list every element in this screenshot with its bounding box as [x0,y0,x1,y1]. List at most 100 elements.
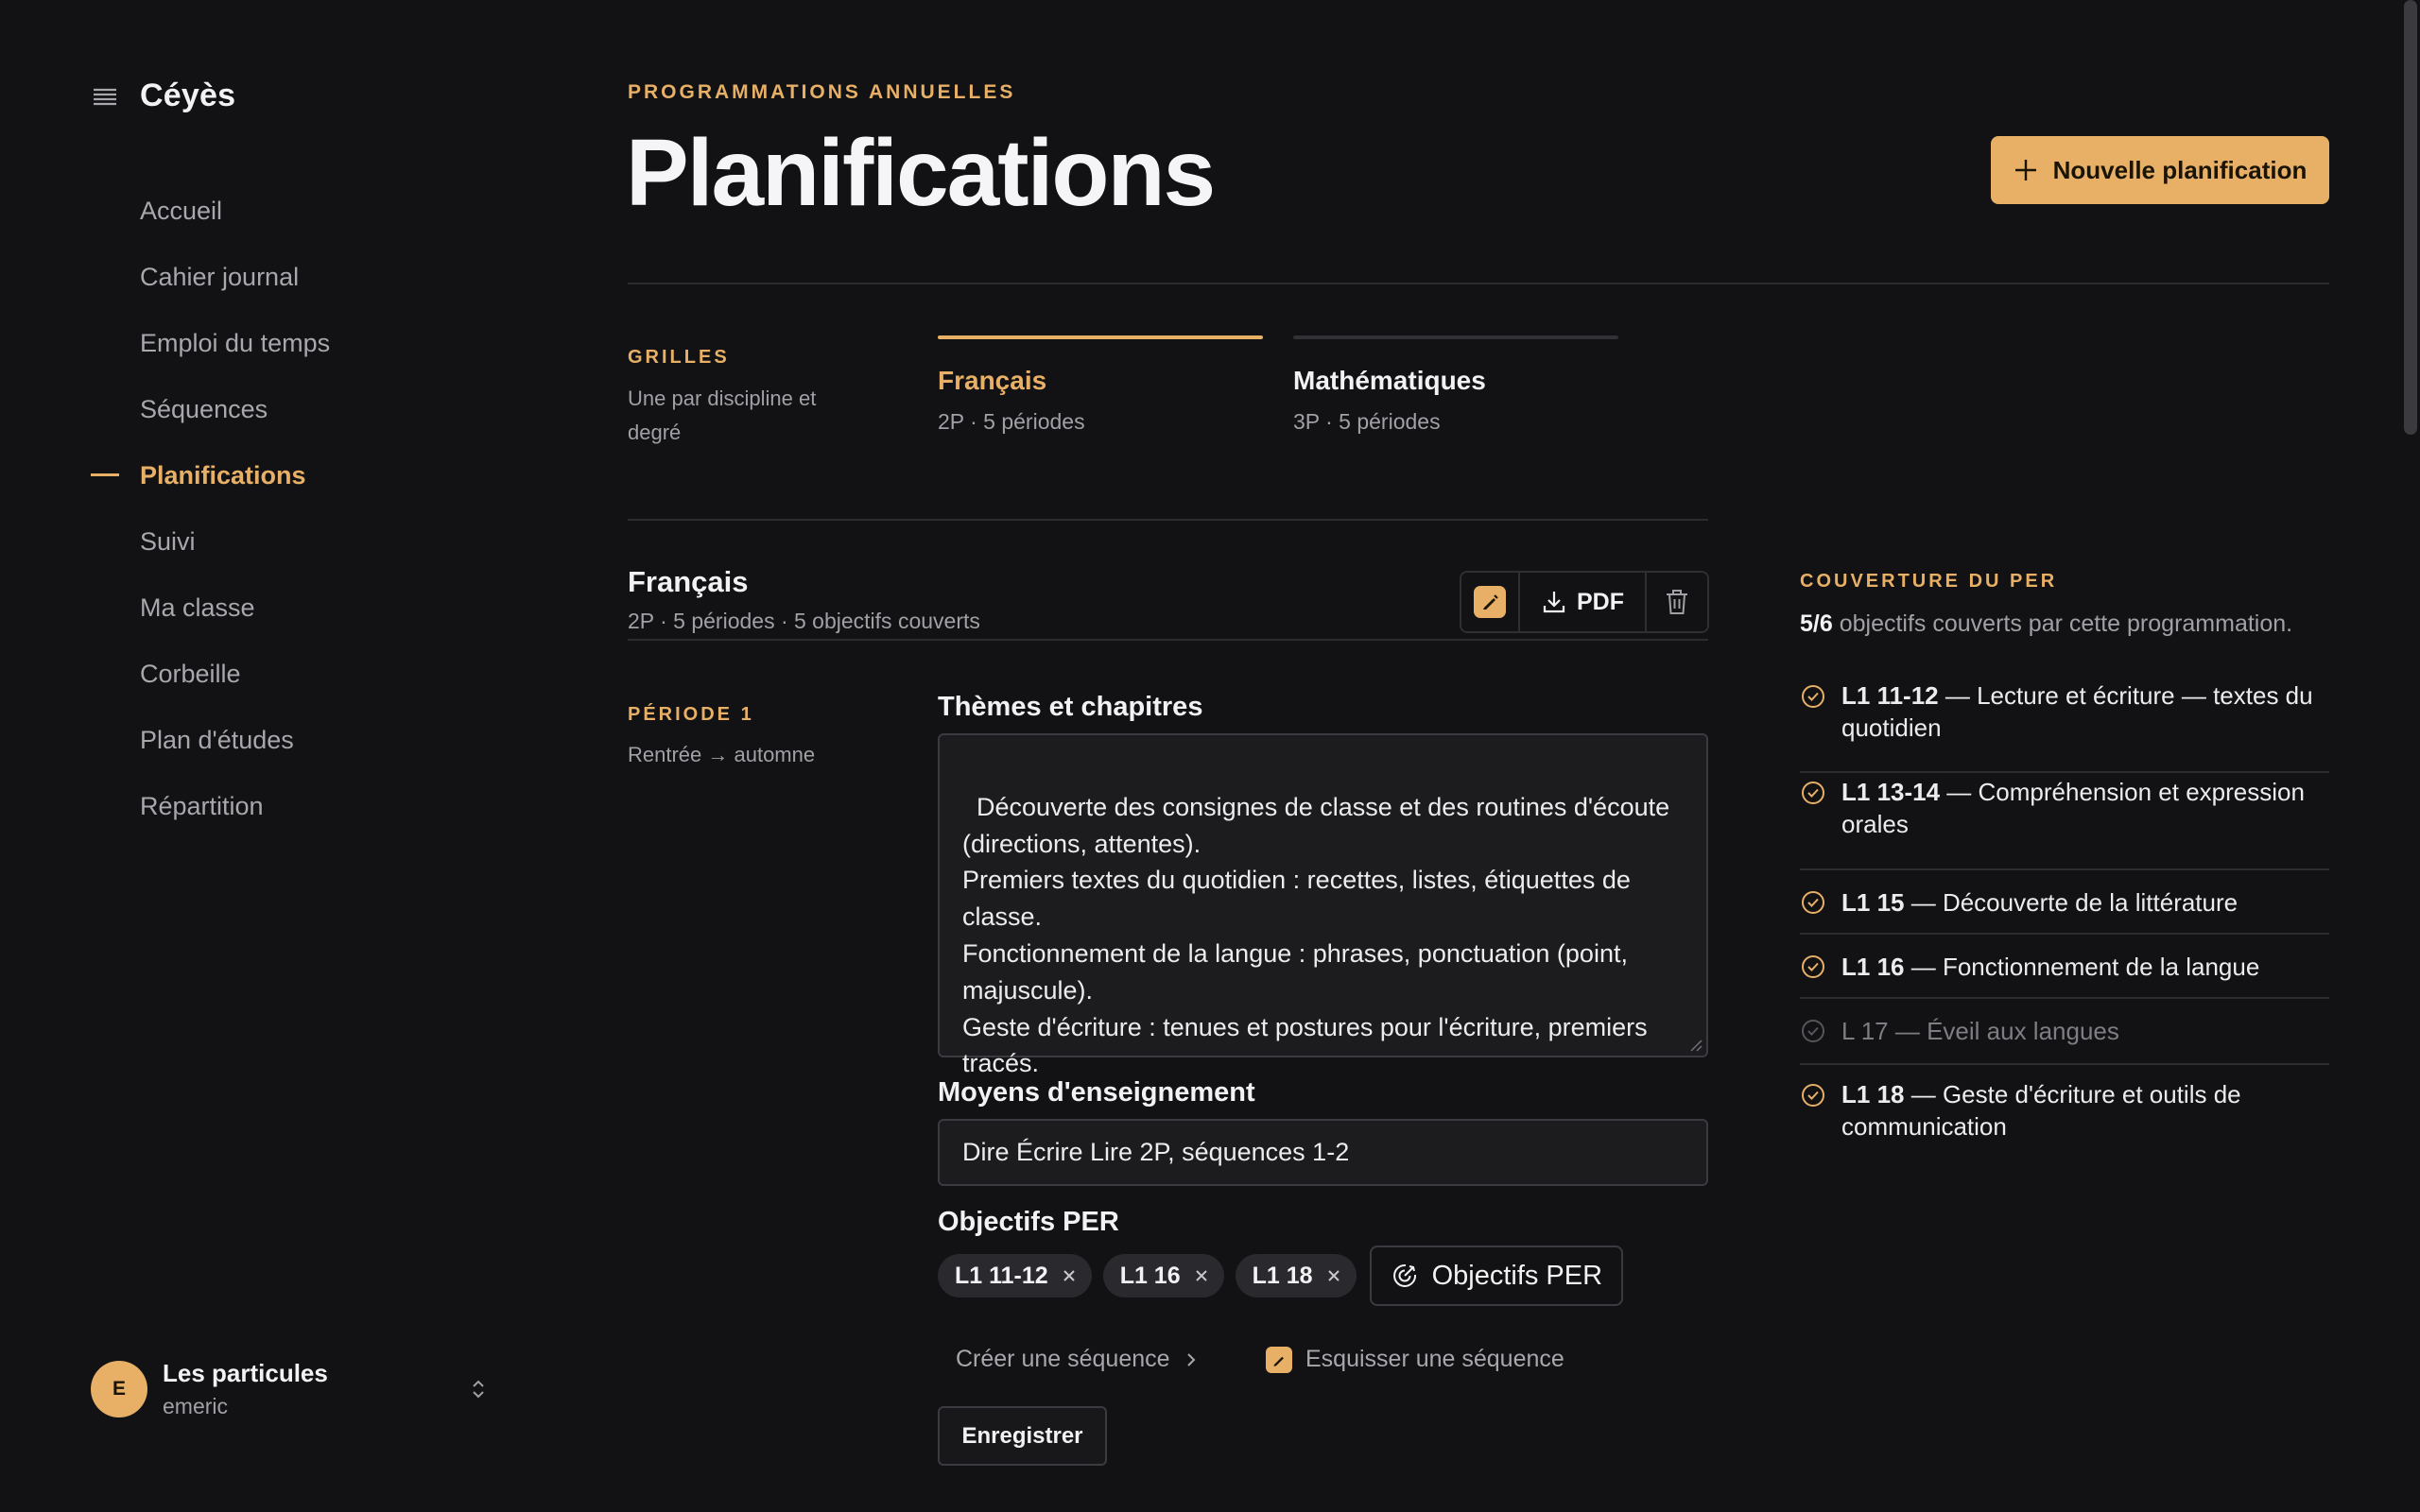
sidebar-item-label: Plan d'études [140,725,294,754]
chip-label: L1 11-12 [955,1262,1048,1289]
themes-textarea[interactable]: Découverte des consignes de classe et de… [938,733,1708,1077]
scrollbar[interactable] [2404,0,2417,435]
coverage-item: L1 15 — Découverte de la littérature [1800,870,2329,935]
plan-divider [628,639,1708,641]
sidebar-item-label: Cahier journal [140,262,300,291]
grids-divider [628,519,1708,521]
coverage-item: L1 13-14 — Compréhension et expression o… [1800,773,2329,870]
means-label: Moyens d'enseignement [938,1077,1255,1108]
trash-icon [1667,590,1687,614]
tab-subtitle: 3P · 5 périodes [1293,409,1441,434]
objectives-per-button[interactable]: Objectifs PER [1369,1246,1624,1306]
delete-button[interactable] [1647,573,1707,631]
avatar: E [91,1361,147,1418]
coverage-item: L 17 — Éveil aux langues [1800,999,2329,1065]
sidebar-item-label: Répartition [140,791,264,820]
means-input[interactable]: Dire Écrire Lire 2P, séquences 1-2 [938,1119,1708,1186]
create-sequence-label: Créer une séquence [956,1346,1170,1372]
sidebar-item-plan-detudes[interactable]: Plan d'études [91,707,507,773]
sidebar-item-label: Corbeille [140,659,241,688]
themes-text: Découverte des consignes de classe et de… [962,792,1670,1078]
check-circle-icon [1802,782,1824,804]
sidebar-item-label: Séquences [140,394,268,423]
resize-handle-icon[interactable] [1689,1039,1703,1052]
objective-chip: L1 16 [1102,1254,1224,1297]
edit-icon [1474,586,1506,618]
header-divider [628,283,2329,284]
sidebar-item-label: Ma classe [140,593,255,622]
active-indicator [91,473,119,476]
coverage-item-code: L1 15 [1841,888,1905,917]
tab-francais[interactable]: Français 2P · 5 périodes [938,335,1263,435]
sidebar-item-accueil[interactable]: Accueil [91,178,507,244]
tab-subtitle: 2P · 5 périodes [938,409,1085,434]
objective-chip: L1 11-12 [938,1254,1092,1297]
sidebar-item-suivi[interactable]: Suivi [91,508,507,575]
menu-icon[interactable] [91,84,119,109]
plan-subtitle: 2P · 5 périodes · 5 objectifs couverts [628,609,980,633]
coverage-item-text: — Découverte de la littérature [1904,888,2238,917]
coverage-summary: 5/6 objectifs couverts par cette program… [1800,610,2292,638]
page-title: Planifications [626,120,1216,226]
chip-label: L1 16 [1119,1262,1181,1289]
sidebar: Céyès Accueil Cahier journal Emploi du t… [0,0,529,1512]
account-info: Les particules emeric [163,1359,328,1419]
coverage-item-text: — Fonctionnement de la langue [1904,953,2260,981]
tab-title: Mathématiques [1293,366,1486,395]
chip-label: L1 18 [1252,1262,1313,1289]
check-circle-icon [1802,685,1824,708]
sketch-sequence-label: Esquisser une séquence [1305,1346,1564,1372]
sidebar-item-planifications[interactable]: Planifications [91,442,507,508]
objectives-per-label: Objectifs PER [1431,1260,1603,1291]
sidebar-item-corbeille[interactable]: Corbeille [91,641,507,707]
sidebar-item-label: Emploi du temps [140,328,331,357]
sidebar-item-emploi-du-temps[interactable]: Emploi du temps [91,310,507,376]
period-label: PÉRIODE 1 [628,704,754,725]
coverage-item: L1 18 — Geste d'écriture et outils de co… [1800,1065,2329,1150]
new-planning-label: Nouvelle planification [2052,155,2308,184]
check-circle-icon [1802,1084,1824,1107]
account-switcher[interactable]: E Les particules emeric [91,1359,516,1419]
check-circle-icon [1802,891,1824,914]
sketch-icon [1266,1346,1292,1373]
coverage-summary-text: objectifs couverts par cette programmati… [1839,610,2293,637]
plan-toolbar: PDF [1460,571,1709,633]
create-sequence-link[interactable]: Créer une séquence [956,1346,1199,1373]
grids-description: Une par discipline et degré [628,387,817,444]
x-icon[interactable] [1062,1268,1077,1283]
coverage-item-code: L1 18 [1841,1080,1905,1108]
sidebar-item-repartition[interactable]: Répartition [91,773,507,839]
x-icon[interactable] [1326,1268,1341,1283]
brand: Céyès [91,77,235,114]
edit-button[interactable] [1461,573,1520,631]
sidebar-item-label: Suivi [140,526,196,556]
themes-label: Thèmes et chapitres [938,692,1203,722]
save-button[interactable]: Enregistrer [938,1406,1107,1466]
pdf-label: PDF [1577,588,1624,615]
sketch-sequence-link[interactable]: Esquisser une séquence [1266,1346,1564,1373]
sidebar-item-sequences[interactable]: Séquences [91,376,507,442]
sidebar-item-label: Planifications [140,460,306,490]
tab-title: Français [938,366,1047,395]
tab-indicator [938,335,1263,339]
check-circle-icon [1802,955,1824,978]
plus-icon [2014,160,2036,180]
coverage-count: 5/6 [1800,610,1833,637]
chevron-right-icon [1186,1352,1195,1366]
grids-label: GRILLES [628,347,730,368]
plan-title: Français [628,565,749,598]
chevron-updown-icon [473,1380,484,1399]
new-planning-button[interactable]: Nouvelle planification [1991,136,2329,204]
account-user: emeric [163,1394,229,1418]
tab-mathematiques[interactable]: Mathématiques 3P · 5 périodes [1293,335,1618,435]
pdf-button[interactable]: PDF [1520,573,1647,631]
sidebar-item-ma-classe[interactable]: Ma classe [91,575,507,641]
sidebar-item-cahier-journal[interactable]: Cahier journal [91,244,507,310]
x-icon[interactable] [1194,1268,1209,1283]
sidebar-item-label: Accueil [140,196,223,225]
sidebar-nav: Accueil Cahier journal Emploi du temps S… [91,178,507,839]
account-name: Les particules [163,1359,328,1387]
objectives-label: Objectifs PER [938,1207,1119,1237]
coverage-list: L1 11-12 — Lecture et écriture — textes … [1800,677,2329,1150]
coverage-item-code: L1 16 [1841,953,1905,981]
